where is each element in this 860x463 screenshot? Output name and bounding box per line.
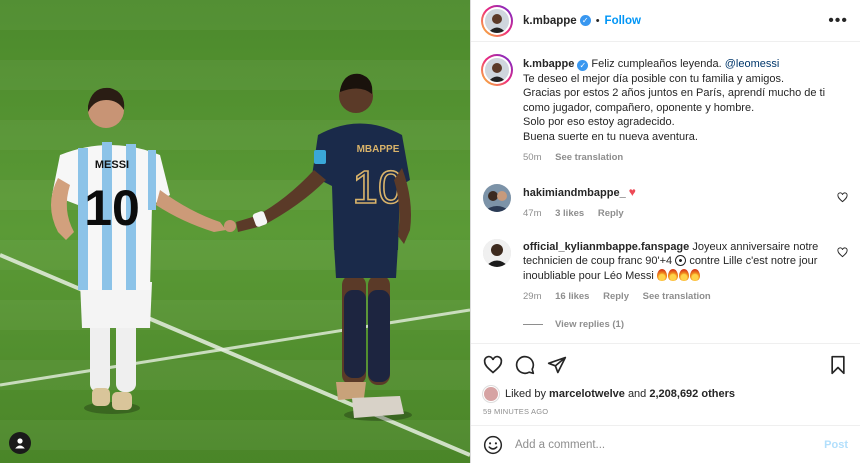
caption-line-6: Buena suerte en tu nueva aventura. (523, 130, 698, 143)
likes-count[interactable]: 2,208,692 others (649, 388, 735, 400)
comment-item: official_kylianmbappe.fanspage Joyeux an… (483, 238, 848, 305)
caption-line-3: Gracias por estos 2 años juntos en París… (523, 87, 826, 99)
comment-see-translation[interactable]: See translation (643, 291, 711, 302)
fire-emoji-icon (667, 268, 678, 281)
comments-list[interactable]: k.mbappe ✓ Feliz cumpleaños leyenda. @leo… (471, 42, 860, 343)
emoji-picker-icon[interactable] (483, 435, 503, 455)
share-paper-plane-icon[interactable] (547, 355, 567, 375)
avatar-image (485, 58, 509, 82)
like-comment-heart-icon[interactable] (837, 246, 848, 258)
held-hands (224, 220, 236, 232)
likes-and: and (627, 388, 647, 400)
author-avatar[interactable] (481, 4, 513, 37)
post-photo[interactable]: MESSI 10 MBAPPE 10 (0, 0, 470, 463)
likes-prefix: Liked by (505, 388, 546, 400)
caption-time[interactable]: 50m (523, 152, 541, 163)
caption-line-5: Solo por eso estoy agradecido. (523, 116, 675, 128)
liker-avatar[interactable] (483, 386, 499, 402)
post-side-panel: k.mbappe ✓ • Follow ••• k.mbappe ✓ Feliz … (470, 0, 860, 463)
tagged-users-button[interactable] (9, 432, 31, 454)
post-header: k.mbappe ✓ • Follow ••• (471, 0, 860, 42)
right-player-name: MBAPPE (357, 144, 400, 155)
more-options-icon[interactable]: ••• (828, 12, 848, 29)
action-icon-bar (483, 354, 848, 376)
fire-emoji-icon (689, 268, 700, 281)
comment-item: hakimiandmbappe_ ♥ 47m 3 likes Reply (483, 183, 848, 222)
comment-bubble-icon[interactable] (515, 355, 535, 375)
left-player-number: 10 (84, 180, 140, 236)
commenter-avatar[interactable] (483, 238, 511, 267)
comment-reply-button[interactable]: Reply (603, 291, 629, 302)
left-player-name: MESSI (95, 159, 129, 171)
view-replies-label: View replies (1) (555, 318, 624, 330)
comment-time[interactable]: 29m (523, 291, 541, 302)
caption-mention-link[interactable]: @leomessi (725, 58, 780, 70)
right-player-number: 10 (352, 161, 403, 213)
view-replies-button[interactable]: View replies (1) (523, 319, 848, 330)
comment-reply-button[interactable]: Reply (598, 208, 624, 219)
caption-line-4: como jugador, compañero, oponente y homb… (523, 101, 755, 114)
avatar-image (485, 8, 509, 33)
post-actions: Liked by marcelotwelve and 2,208,692 oth… (471, 343, 860, 463)
post-timestamp[interactable]: 59 MINUTES AGO (483, 407, 848, 416)
like-heart-icon[interactable] (483, 355, 503, 375)
comment-likes[interactable]: 3 likes (555, 208, 584, 219)
user-tag-icon (15, 438, 25, 449)
author-username[interactable]: k.mbappe (523, 15, 577, 27)
fire-emoji-icon (656, 268, 667, 281)
liker-username[interactable]: marcelotwelve (549, 388, 625, 400)
comment-username[interactable]: hakimiandmbappe_ (523, 187, 626, 199)
caption-author-avatar[interactable] (481, 54, 513, 86)
save-bookmark-icon[interactable] (828, 355, 848, 375)
comment-time[interactable]: 47m (523, 208, 541, 219)
caption-see-translation[interactable]: See translation (555, 152, 623, 163)
header-separator: • (595, 14, 600, 27)
comment-likes[interactable]: 16 likes (555, 291, 589, 302)
caption-line-2: Te deseo el mejor día posible con tu fam… (523, 72, 785, 85)
follow-button[interactable]: Follow (605, 15, 641, 27)
caption-username[interactable]: k.mbappe (523, 58, 574, 70)
comment-meta: 47m 3 likes Reply (523, 207, 832, 222)
comment-meta: 29m 16 likes Reply See translation (523, 290, 832, 305)
post-image: MESSI 10 MBAPPE 10 (0, 0, 470, 463)
caption-line-1: Feliz cumpleaños leyenda. (591, 58, 722, 70)
verified-badge-icon: ✓ (577, 60, 589, 71)
fire-emoji-icon (678, 268, 689, 281)
add-comment-bar: Post (471, 425, 860, 463)
verified-badge-icon: ✓ (579, 15, 591, 26)
soccer-ball-emoji-icon (675, 255, 687, 266)
view-replies-divider (523, 323, 543, 325)
likes-summary: Liked by marcelotwelve and 2,208,692 oth… (483, 386, 848, 402)
commenter-avatar[interactable] (483, 183, 511, 212)
red-heart-emoji-icon: ♥ (628, 184, 636, 199)
caption-meta: 50m See translation (523, 151, 832, 166)
comment-username[interactable]: official_kylianmbappe.fanspage (523, 241, 689, 253)
add-comment-input[interactable] (515, 438, 825, 451)
post-comment-button[interactable]: Post (824, 439, 848, 451)
like-comment-heart-icon[interactable] (837, 191, 848, 203)
caption: k.mbappe ✓ Feliz cumpleaños leyenda. @leo… (481, 54, 848, 166)
